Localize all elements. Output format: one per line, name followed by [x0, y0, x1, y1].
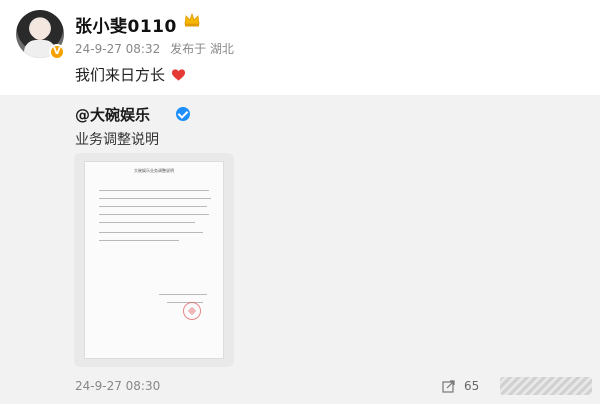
document-line [99, 206, 207, 207]
document-line [99, 214, 209, 215]
share-icon[interactable] [442, 379, 456, 393]
vip-badge: V [49, 44, 65, 60]
post-meta: 24-9-27 08:32 发布于 湖北 [75, 40, 240, 57]
document-line [99, 222, 195, 223]
document-paper: 大碗娱乐业务调整说明 [84, 161, 224, 359]
post-text: 我们来日方长 [75, 64, 186, 85]
verify-icon [176, 107, 190, 121]
post-text-content: 我们来日方长 [75, 66, 166, 84]
document-line [159, 294, 207, 295]
avatar-face [31, 20, 49, 40]
crown-icon [184, 12, 200, 27]
document-line [99, 240, 179, 241]
post-date: 24-9-27 08:32 [75, 42, 161, 56]
post-header: V 张小斐0110 24-9-27 08:32 发布于 湖北 我们来日方长 [0, 0, 600, 95]
repost-author[interactable]: @大碗娱乐 [75, 104, 150, 125]
share-count: 65 [464, 379, 480, 393]
repost-text: 业务调整说明 [75, 132, 159, 148]
document-line [99, 190, 209, 191]
repost-card[interactable]: @大碗娱乐 业务调整说明 大碗娱乐业务调整说明 24-9-27 08:30 65 [0, 95, 600, 404]
heart-icon [171, 69, 185, 81]
username[interactable]: 张小斐0110 [75, 12, 177, 37]
seal-icon [183, 302, 201, 320]
document-image[interactable]: 大碗娱乐业务调整说明 [74, 153, 234, 367]
document-line [99, 232, 203, 233]
document-title: 大碗娱乐业务调整说明 [134, 168, 174, 173]
document-line [99, 198, 211, 199]
repost-time: 24-9-27 08:30 [75, 379, 161, 393]
document-line [167, 302, 203, 303]
watermark-icon [500, 377, 592, 395]
post-source: 发布于 湖北 [170, 42, 234, 56]
